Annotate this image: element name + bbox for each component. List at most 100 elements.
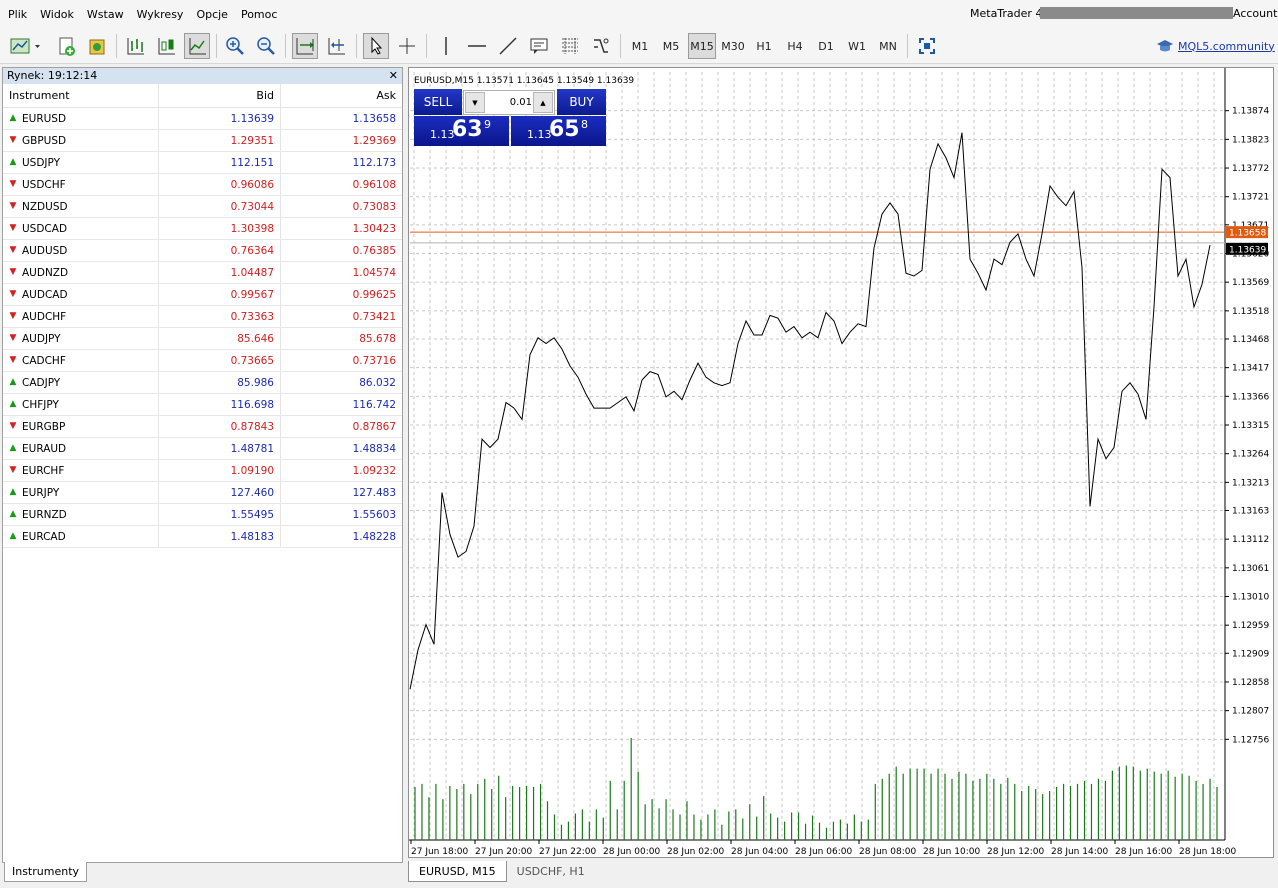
open-data-window-icon[interactable] (84, 33, 110, 59)
y-tick-label: 1.13366 (1232, 392, 1269, 402)
indicators-icon[interactable] (588, 33, 614, 59)
timeframe-m15[interactable]: M15 (688, 33, 716, 59)
sell-price-big: 63 (452, 117, 483, 142)
sell-button[interactable]: SELL (414, 89, 462, 115)
table-row[interactable]: ▼ USDCAD 1.30398 1.30423 (3, 218, 402, 240)
bar-chart-icon[interactable] (122, 33, 148, 59)
candlestick-icon[interactable] (153, 33, 179, 59)
ask-cell: 1.48834 (352, 442, 396, 455)
menu-file[interactable]: Plik (3, 8, 32, 21)
timeframe-m30[interactable]: M30 (719, 33, 747, 59)
lot-increase-button[interactable]: ▲ (533, 92, 553, 113)
instrument-cell: ▼ USDCHF (3, 174, 159, 195)
table-row[interactable]: ▲ EURAUD 1.48781 1.48834 (3, 438, 402, 460)
buy-price-pip: 8 (581, 118, 588, 131)
table-row[interactable]: ▲ USDJPY 112.151 112.173 (3, 152, 402, 174)
table-row[interactable]: ▲ CADJPY 85.986 86.032 (3, 372, 402, 394)
arrow-down-icon: ▼ (9, 355, 17, 365)
menu-help[interactable]: Pomoc (236, 8, 282, 21)
y-tick-label: 1.13010 (1232, 593, 1269, 603)
timeframe-h1[interactable]: H1 (750, 33, 778, 59)
x-tick-label: 28 Jun 14:00 (1051, 847, 1108, 857)
timeframe-w1[interactable]: W1 (843, 33, 871, 59)
table-row[interactable]: ▲ EURNZD 1.55495 1.55603 (3, 504, 402, 526)
buy-button[interactable]: BUY (557, 89, 606, 115)
table-row[interactable]: ▼ NZDUSD 0.73044 0.73083 (3, 196, 402, 218)
table-row[interactable]: ▲ EURUSD 1.13639 1.13658 (3, 108, 402, 130)
timeframe-d1[interactable]: D1 (812, 33, 840, 59)
column-header-instrument[interactable]: Instrument (3, 84, 159, 107)
redacted-account-name (1040, 7, 1233, 19)
table-row[interactable]: ▼ CADCHF 0.73665 0.73716 (3, 350, 402, 372)
arrow-up-icon: ▲ (9, 377, 17, 387)
table-row[interactable]: ▼ EURCHF 1.09190 1.09232 (3, 460, 402, 482)
mql5-community-link[interactable]: MQL5.community (1156, 38, 1275, 54)
tab-chart-eurusd-m15[interactable]: EURUSD, M15 (408, 861, 507, 882)
sell-price-prefix: 1.13 (430, 128, 455, 141)
sell-price-pip: 9 (484, 118, 491, 131)
ask-cell: 0.76385 (352, 244, 396, 257)
table-row[interactable]: ▼ GBPUSD 1.29351 1.29369 (3, 130, 402, 152)
table-row[interactable]: ▼ AUDJPY 85.646 85.678 (3, 328, 402, 350)
menu-insert[interactable]: Wstaw (82, 8, 129, 21)
table-row[interactable]: ▲ EURCAD 1.48183 1.48228 (3, 526, 402, 548)
instrument-cell: ▼ AUDJPY (3, 328, 159, 349)
profiles-icon[interactable] (53, 33, 79, 59)
instrument-cell: ▼ AUDCAD (3, 284, 159, 305)
table-row[interactable]: ▼ AUDCAD 0.99567 0.99625 (3, 284, 402, 306)
zoom-out-icon[interactable] (253, 33, 279, 59)
table-row[interactable]: ▼ USDCHF 0.96086 0.96108 (3, 174, 402, 196)
new-chart-icon[interactable] (8, 33, 42, 59)
chart-shift-icon[interactable] (324, 33, 350, 59)
column-header-ask[interactable]: Ask (281, 84, 402, 107)
table-row[interactable]: ▲ CHFJPY 116.698 116.742 (3, 394, 402, 416)
buy-price-button[interactable]: 1.13 65 8 (511, 116, 606, 146)
x-tick-label: 28 Jun 04:00 (731, 847, 788, 857)
menu-options[interactable]: Opcje (191, 8, 233, 21)
price-series-line (409, 132, 1211, 690)
market-watch-title: Rynek: 19:12:14 (7, 69, 98, 82)
fullscreen-icon[interactable] (914, 33, 940, 59)
auto-scroll-icon[interactable] (292, 33, 318, 59)
menu-view[interactable]: Widok (35, 8, 79, 21)
ask-cell: 0.96108 (352, 178, 396, 191)
table-row[interactable]: ▼ EURGBP 0.87843 0.87867 (3, 416, 402, 438)
cursor-icon[interactable] (363, 33, 389, 59)
tab-instruments[interactable]: Instrumenty (4, 862, 87, 882)
x-tick-label: 28 Jun 10:00 (923, 847, 980, 857)
timeframe-mn[interactable]: MN (874, 33, 902, 59)
bid-cell: 1.13639 (159, 108, 281, 129)
zoom-in-icon[interactable] (222, 33, 248, 59)
x-tick-label: 28 Jun 00:00 (603, 847, 660, 857)
table-row[interactable]: ▼ AUDCHF 0.73363 0.73421 (3, 306, 402, 328)
lot-size-stepper[interactable]: ▼ 0.01 ▲ (463, 90, 555, 115)
sell-price-button[interactable]: 1.13 63 9 (414, 116, 509, 146)
trendline-icon[interactable] (495, 33, 521, 59)
bid-cell: 0.73363 (159, 306, 281, 327)
mql5-link-text[interactable]: MQL5.community (1178, 40, 1275, 53)
column-header-bid[interactable]: Bid (159, 84, 281, 107)
price-chart[interactable]: 1.138741.138231.137721.137211.136711.136… (409, 68, 1273, 857)
fibonacci-icon[interactable] (557, 33, 583, 59)
table-row[interactable]: ▼ AUDNZD 1.04487 1.04574 (3, 262, 402, 284)
vertical-line-icon[interactable] (433, 33, 459, 59)
lot-decrease-button[interactable]: ▼ (465, 92, 485, 113)
line-chart-icon[interactable] (184, 33, 210, 59)
horizontal-line-icon[interactable] (464, 33, 490, 59)
timeframe-h4[interactable]: H4 (781, 33, 809, 59)
crosshair-icon[interactable] (394, 33, 420, 59)
lot-size-input[interactable]: 0.01 (488, 91, 532, 114)
close-icon[interactable]: ✕ (389, 68, 398, 84)
x-tick-label: 27 Jun 18:00 (411, 847, 468, 857)
chart-window[interactable]: 1.138741.138231.137721.137211.136711.136… (408, 67, 1274, 858)
table-row[interactable]: ▲ EURJPY 127.460 127.483 (3, 482, 402, 504)
ask-cell: 127.483 (352, 486, 396, 499)
ask-price-label: 1.13658 (1229, 229, 1266, 239)
menu-charts[interactable]: Wykresy (132, 8, 189, 21)
table-row[interactable]: ▼ AUDUSD 0.76364 0.76385 (3, 240, 402, 262)
tab-chart-usdchf-h1[interactable]: USDCHF, H1 (507, 861, 595, 882)
timeframe-m1[interactable]: M1 (626, 33, 654, 59)
y-tick-label: 1.13518 (1232, 307, 1269, 317)
timeframe-m5[interactable]: M5 (657, 33, 685, 59)
text-label-icon[interactable] (526, 33, 552, 59)
